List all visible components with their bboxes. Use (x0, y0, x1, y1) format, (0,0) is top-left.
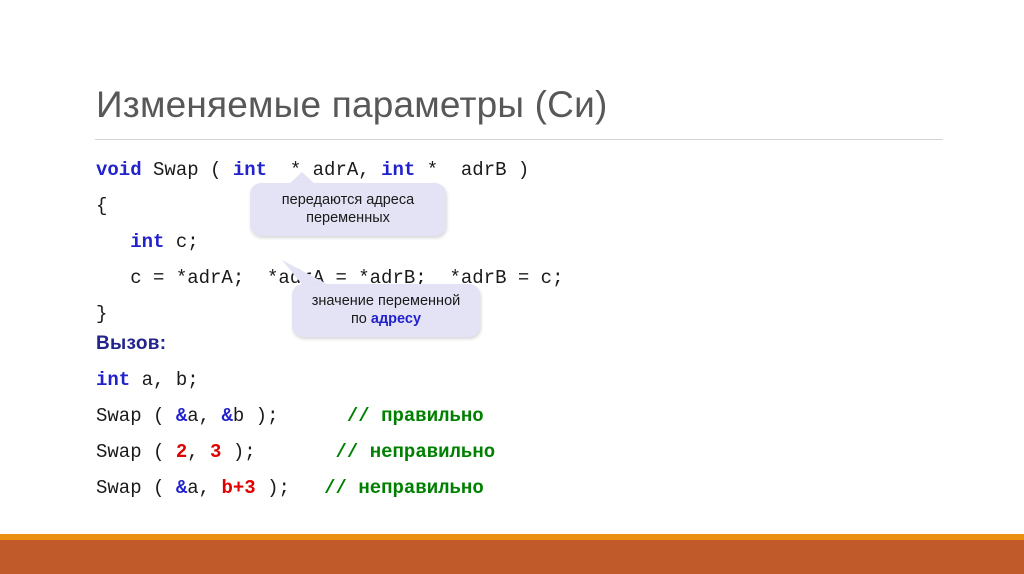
callout-value-line2-prefix: по (350, 311, 371, 327)
footer-bar (0, 540, 1024, 574)
call-code-token (290, 477, 324, 499)
call-code-token: a, (187, 477, 222, 499)
call-code-token: a, (187, 405, 222, 427)
call-code-token: , (187, 441, 211, 463)
function-code-token (96, 231, 130, 253)
callout-addresses-line2: переменных (306, 210, 390, 226)
call-code-token: 2 (175, 441, 188, 463)
page-title: Изменяемые параметры (Си) (96, 84, 608, 125)
call-code-line: Swap ( &a, &b ); // правильно (96, 398, 495, 434)
function-code-token: * adrA, (267, 159, 382, 181)
call-code-token: Swap ( (96, 441, 176, 463)
call-code-token (278, 405, 346, 427)
call-code-token: b+3 (221, 477, 256, 499)
function-code-token: c; (164, 231, 199, 253)
call-code-token: 3 (210, 441, 222, 463)
callout-value-line1: значение переменной (311, 293, 461, 309)
call-code-token: & (175, 477, 188, 499)
call-code-token: Swap ( (96, 405, 176, 427)
callout-value: значение переменной по адресу (292, 284, 480, 337)
callout-addresses: передаются адреса переменных (250, 183, 446, 236)
title-divider (95, 139, 943, 140)
call-code-line: int a, b; (96, 362, 495, 398)
call-code-token: // неправильно (335, 441, 496, 463)
function-code-token: { (96, 195, 108, 217)
function-code-token: void (96, 159, 142, 181)
function-code-token: int (130, 231, 165, 253)
call-code-token: & (175, 405, 188, 427)
call-code-line: Swap ( &a, b+3 ); // неправильно (96, 470, 495, 506)
callout-value-line2-highlight: адресу (370, 311, 422, 327)
function-code-token: Swap ( (141, 159, 233, 181)
function-code-token: * adrB ) (415, 159, 530, 181)
function-code-token: } (96, 303, 108, 325)
call-section-label: Вызов: (96, 333, 167, 354)
function-code-token: int (381, 159, 416, 181)
call-code-token: ); (221, 441, 256, 463)
callout-value-line2: по адресу (302, 310, 470, 328)
call-code-token: int (96, 369, 131, 391)
call-code-token (256, 441, 336, 463)
call-code-token: & (221, 405, 233, 427)
call-code-block: int a, b; Swap ( &a, &b ); // правильно Sw… (96, 362, 495, 506)
call-code-token: // правильно (346, 405, 484, 427)
call-code-token: a, b; (130, 369, 199, 391)
function-code-token: int (232, 159, 268, 181)
call-code-token: ); (255, 477, 290, 499)
call-code-token: b ); (232, 405, 279, 427)
call-code-line: Swap ( 2, 3 ); // неправильно (96, 434, 495, 470)
callout-addresses-line1: передаются адреса (281, 192, 415, 208)
call-code-token: // неправильно (324, 477, 484, 499)
call-code-token: Swap ( (96, 477, 176, 499)
